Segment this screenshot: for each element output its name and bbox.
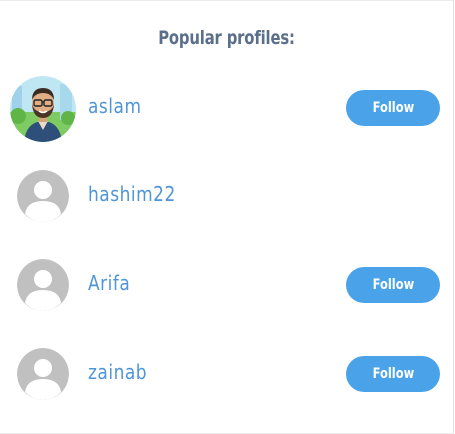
profile-row: aslam Follow xyxy=(0,76,453,142)
profile-username[interactable]: zainab xyxy=(88,360,147,384)
avatar[interactable] xyxy=(17,259,69,311)
follow-button-label: Follow xyxy=(372,366,414,382)
popular-profiles-panel: Popular profiles: aslam Follow hashim22 … xyxy=(0,0,454,434)
default-avatar-icon xyxy=(17,348,69,400)
profile-username[interactable]: Arifa xyxy=(88,271,130,295)
panel-title: Popular profiles: xyxy=(158,27,295,49)
follow-button[interactable]: Follow xyxy=(346,267,440,303)
profile-row: hashim22 xyxy=(0,166,453,226)
avatar[interactable] xyxy=(10,76,76,142)
follow-button-label: Follow xyxy=(372,277,414,293)
bitmoji-avatar-icon xyxy=(10,76,76,142)
follow-button[interactable]: Follow xyxy=(346,356,440,392)
profile-username[interactable]: aslam xyxy=(88,94,142,118)
avatar[interactable] xyxy=(17,348,69,400)
profile-row: zainab Follow xyxy=(0,344,453,404)
default-avatar-icon xyxy=(17,170,69,222)
profile-username[interactable]: hashim22 xyxy=(88,182,176,206)
profile-row: Arifa Follow xyxy=(0,255,453,315)
avatar[interactable] xyxy=(17,170,69,222)
default-avatar-icon xyxy=(17,259,69,311)
follow-button[interactable]: Follow xyxy=(346,90,440,126)
follow-button-label: Follow xyxy=(372,100,414,116)
